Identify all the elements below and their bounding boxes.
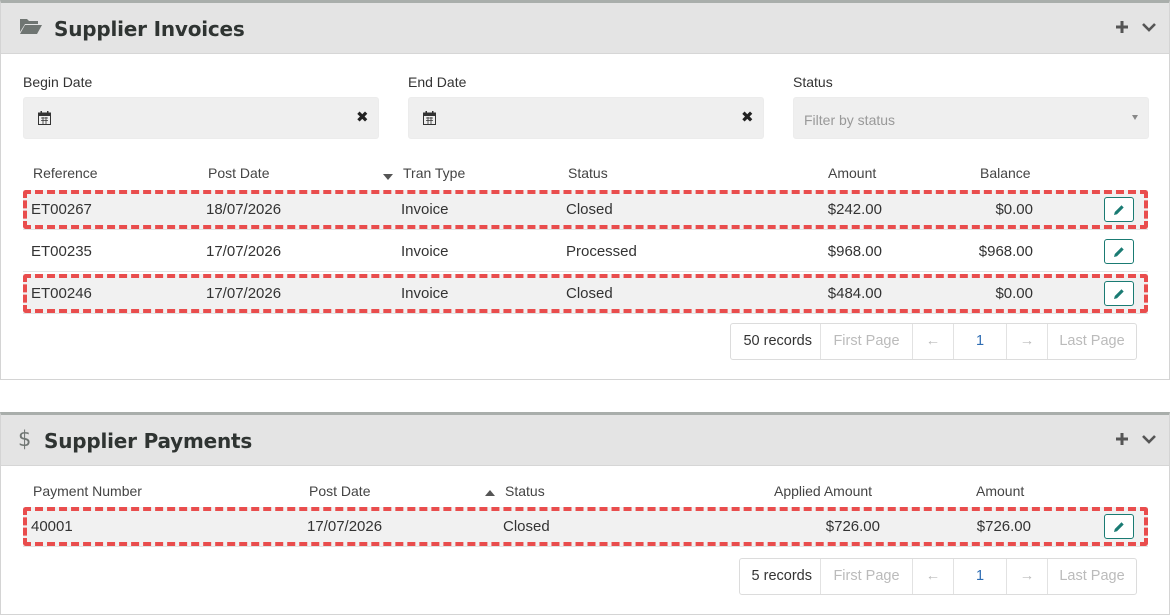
end-date-label: End Date	[408, 74, 467, 90]
table-row[interactable]: ET00235 17/07/2026 Invoice Processed $96…	[23, 232, 1148, 272]
supplier-payments-panel: $ Supplier Payments Payment Number Post …	[0, 412, 1170, 615]
clear-icon[interactable]: ✖	[741, 110, 754, 125]
edit-button[interactable]	[1104, 281, 1134, 306]
pagination: 5 records First Page ← 1 → Last Page	[738, 558, 1137, 595]
begin-date-input[interactable]: ✖	[23, 97, 379, 139]
column-header-status[interactable]: Status	[568, 165, 608, 181]
cell-balance: $0.00	[995, 201, 1033, 218]
table-row[interactable]: 40001 17/07/2026 Closed $726.00 $726.00	[23, 507, 1148, 547]
column-header-amount[interactable]: Amount	[976, 483, 1024, 499]
previous-page-button[interactable]: ←	[912, 559, 953, 594]
column-header-post-date[interactable]: Post Date	[208, 165, 269, 181]
sort-descending-icon[interactable]	[383, 174, 393, 180]
cell-post-date: 17/07/2026	[206, 285, 282, 302]
cell-status: Closed	[566, 285, 613, 302]
cell-applied-amount: $726.00	[825, 518, 880, 535]
table-row[interactable]: ET00267 18/07/2026 Invoice Closed $242.0…	[23, 190, 1148, 230]
pagination: 50 records First Page ← 1 → Last Page	[730, 323, 1137, 360]
cell-amount: $968.00	[827, 243, 882, 260]
page-number-button[interactable]: 1	[953, 559, 1006, 594]
cell-post-date: 17/07/2026	[206, 243, 282, 260]
clear-icon[interactable]: ✖	[356, 110, 369, 125]
record-count: 50 records	[743, 333, 812, 349]
chevron-down-icon[interactable]	[1141, 17, 1157, 37]
cell-reference: ET00267	[31, 201, 92, 218]
first-page-button[interactable]: First Page	[820, 324, 912, 359]
page-number-button[interactable]: 1	[953, 324, 1006, 359]
cell-payment-number: 40001	[31, 518, 73, 535]
dollar-icon: $	[18, 427, 42, 451]
cell-tran-type: Invoice	[401, 201, 449, 218]
column-header-status[interactable]: Status	[505, 483, 545, 499]
cell-amount: $484.00	[827, 285, 882, 302]
panel-header: $ Supplier Payments	[1, 415, 1169, 466]
pencil-icon	[1114, 247, 1124, 257]
column-header-post-date[interactable]: Post Date	[309, 483, 370, 499]
cell-tran-type: Invoice	[401, 243, 449, 260]
column-header-reference[interactable]: Reference	[33, 165, 98, 181]
plus-icon[interactable]	[1115, 429, 1131, 449]
column-header-amount[interactable]: Amount	[828, 165, 876, 181]
calendar-icon[interactable]	[423, 111, 436, 125]
cell-reference: ET00246	[31, 285, 92, 302]
cell-balance: $0.00	[995, 285, 1033, 302]
status-filter-select[interactable]: Filter by status	[793, 97, 1149, 139]
column-header-tran-type[interactable]: Tran Type	[403, 165, 465, 181]
end-date-input[interactable]: ✖	[408, 97, 764, 139]
record-count: 5 records	[751, 568, 812, 584]
first-page-button[interactable]: First Page	[820, 559, 912, 594]
panel-title: Supplier Payments	[44, 429, 253, 453]
edit-button[interactable]	[1104, 197, 1134, 222]
last-page-button[interactable]: Last Page	[1047, 324, 1136, 359]
edit-button[interactable]	[1104, 514, 1134, 539]
cell-post-date: 17/07/2026	[307, 518, 383, 535]
panel-header: Supplier Invoices	[1, 3, 1169, 54]
cell-post-date: 18/07/2026	[206, 201, 282, 218]
folder-open-icon	[19, 16, 43, 40]
begin-date-label: Begin Date	[23, 74, 93, 90]
pencil-icon	[1114, 289, 1124, 299]
table-row[interactable]: ET00246 17/07/2026 Invoice Closed $484.0…	[23, 274, 1148, 314]
next-page-button[interactable]: →	[1006, 324, 1047, 359]
column-header-payment-number[interactable]: Payment Number	[33, 483, 142, 499]
cell-amount: $726.00	[976, 518, 1031, 535]
panel-title: Supplier Invoices	[54, 17, 245, 41]
cell-status: Processed	[566, 243, 637, 260]
last-page-button[interactable]: Last Page	[1047, 559, 1136, 594]
cell-status: Closed	[503, 518, 550, 535]
chevron-down-icon[interactable]	[1141, 429, 1157, 449]
column-header-balance[interactable]: Balance	[980, 165, 1031, 181]
pencil-icon	[1114, 522, 1124, 532]
dropdown-caret-icon	[1132, 115, 1138, 120]
plus-icon[interactable]	[1115, 17, 1131, 37]
cell-status: Closed	[566, 201, 613, 218]
status-filter-placeholder: Filter by status	[804, 112, 896, 128]
pencil-icon	[1114, 205, 1124, 215]
status-filter-label: Status	[793, 74, 833, 90]
supplier-invoices-panel: Supplier Invoices Begin Date ✖ End Date …	[0, 0, 1170, 380]
svg-text:$: $	[18, 427, 31, 451]
cell-tran-type: Invoice	[401, 285, 449, 302]
calendar-icon[interactable]	[38, 111, 51, 125]
cell-balance: $968.00	[978, 243, 1033, 260]
edit-button[interactable]	[1104, 239, 1134, 264]
next-page-button[interactable]: →	[1006, 559, 1047, 594]
cell-reference: ET00235	[31, 243, 92, 260]
cell-amount: $242.00	[827, 201, 882, 218]
previous-page-button[interactable]: ←	[912, 324, 953, 359]
sort-ascending-icon[interactable]	[485, 490, 495, 496]
column-header-applied-amount[interactable]: Applied Amount	[774, 483, 872, 499]
